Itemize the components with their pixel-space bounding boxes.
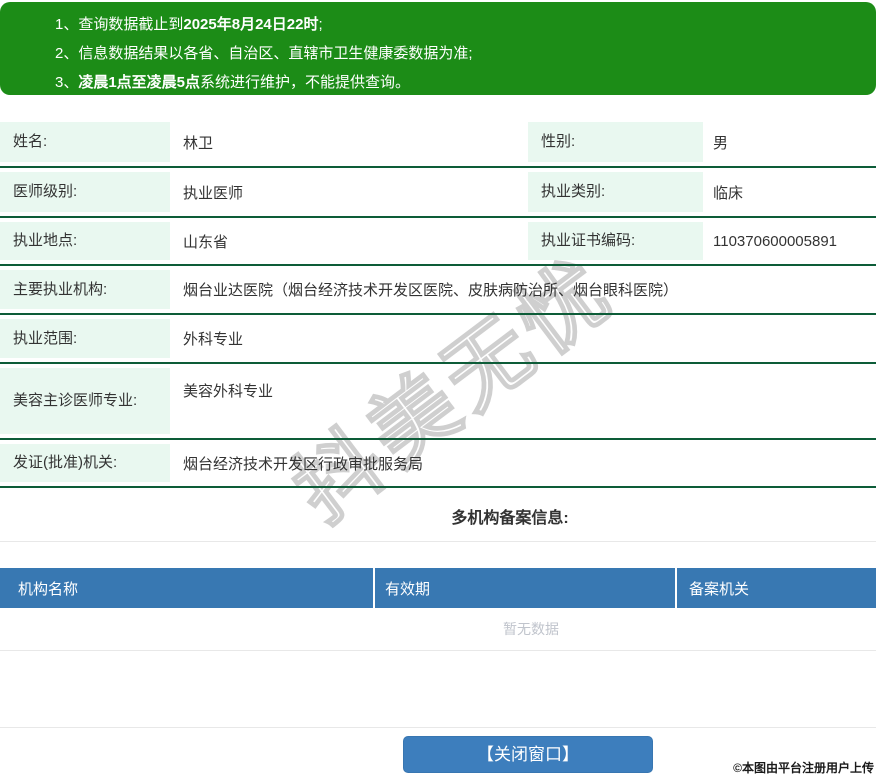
doctor-license-query-result-page: 抖美无忧 1、查询数据截止到2025年8月24日22时; 2、信息数据结果以各省… (0, 0, 876, 777)
main-institution-label: 主要执业机构: (0, 270, 170, 309)
gender-label: 性别: (528, 122, 703, 162)
practice-category-label: 执业类别: (528, 172, 703, 212)
practice-category-label-cell: 执业类别: (528, 168, 703, 216)
close-window-button[interactable]: 【关闭窗口】 (403, 736, 653, 773)
info-row-issuing-authority: 发证(批准)机关: 烟台经济技术开发区行政审批服务局 (0, 440, 876, 488)
notice-line-3: 3、凌晨1点至凌晨5点系统进行维护，不能提供查询。 (55, 68, 866, 97)
info-row-practice-scope: 执业范围: 外科专业 (0, 315, 876, 364)
notice-bold-text: 凌晨1点至凌晨5点 (78, 74, 200, 91)
filing-table-empty-row: 暂无数据 (0, 608, 876, 651)
info-row-location-certificate: 执业地点: 山东省 执业证书编码: 110370600005891 (0, 218, 876, 266)
cosmetic-specialty-label-cell: 美容主诊医师专业: (0, 364, 170, 438)
certificate-number-label-cell: 执业证书编码: (528, 218, 703, 264)
copyright-watermark-text: ©本图由平台注册用户上传 (733, 759, 874, 776)
notice-number: 1、 (55, 16, 78, 33)
notice-line-2: 2、信息数据结果以各省、自治区、直辖市卫生健康委数据为准; (55, 39, 866, 68)
notice-panel: 1、查询数据截止到2025年8月24日22时; 2、信息数据结果以各省、自治区、… (0, 2, 876, 95)
divider-line (0, 541, 876, 542)
practice-scope-value: 外科专业 (170, 315, 876, 362)
main-institution-label-cell: 主要执业机构: (0, 266, 170, 313)
doctor-info-table: 姓名: 林卫 性别: 男 医师级别: 执业医师 执业类别: 临床 执业地点: 山… (0, 118, 876, 488)
notice-text: 系统进行维护，不能提供查询。 (200, 74, 410, 91)
issuing-authority-label: 发证(批准)机关: (0, 444, 170, 482)
practice-scope-label-cell: 执业范围: (0, 315, 170, 362)
main-institution-value: 烟台业达医院（烟台经济技术开发区医院、皮肤病防治所、烟台眼科医院） (170, 266, 876, 313)
cosmetic-specialty-value: 美容外科专业 (170, 364, 876, 438)
issuing-authority-value: 烟台经济技术开发区行政审批服务局 (170, 440, 876, 486)
doctor-level-value: 执业医师 (170, 168, 528, 216)
notice-text: 查询数据截止到 (78, 16, 183, 33)
column-header-filing-authority: 备案机关 (677, 568, 876, 608)
multi-institution-filing-title: 多机构备案信息: (72, 504, 876, 526)
cosmetic-specialty-label: 美容主诊医师专业: (0, 368, 170, 434)
doctor-level-label: 医师级别: (0, 172, 170, 212)
doctor-level-label-cell: 医师级别: (0, 168, 170, 216)
notice-bold-text: 2025年8月24日22时 (183, 16, 318, 33)
column-header-validity-period: 有效期 (375, 568, 677, 608)
practice-category-value: 临床 (703, 168, 876, 216)
practice-scope-label: 执业范围: (0, 319, 170, 358)
gender-label-cell: 性别: (528, 118, 703, 166)
name-value: 林卫 (170, 118, 528, 166)
divider-line (0, 727, 876, 728)
issuing-authority-label-cell: 发证(批准)机关: (0, 440, 170, 486)
notice-text: ; (318, 16, 322, 33)
info-row-cosmetic-specialty: 美容主诊医师专业: 美容外科专业 (0, 364, 876, 440)
notice-line-1: 1、查询数据截止到2025年8月24日22时; (55, 10, 866, 39)
certificate-number-value: 110370600005891 (703, 218, 876, 264)
practice-location-value: 山东省 (170, 218, 528, 264)
notice-number: 3、 (55, 74, 78, 91)
notice-number: 2、 (55, 45, 78, 62)
certificate-number-label: 执业证书编码: (528, 222, 703, 260)
name-label-cell: 姓名: (0, 118, 170, 166)
gender-value: 男 (703, 118, 876, 166)
column-header-institution-name: 机构名称 (0, 568, 375, 608)
name-label: 姓名: (0, 122, 170, 162)
info-row-main-institution: 主要执业机构: 烟台业达医院（烟台经济技术开发区医院、皮肤病防治所、烟台眼科医院… (0, 266, 876, 315)
info-row-level-category: 医师级别: 执业医师 执业类别: 临床 (0, 168, 876, 218)
filing-table-header: 机构名称 有效期 备案机关 (0, 568, 876, 608)
notice-text: 信息数据结果以各省、自治区、直辖市卫生健康委数据为准; (78, 45, 472, 62)
practice-location-label-cell: 执业地点: (0, 218, 170, 264)
practice-location-label: 执业地点: (0, 222, 170, 260)
info-row-name-gender: 姓名: 林卫 性别: 男 (0, 118, 876, 168)
no-data-text: 暂无数据 (503, 619, 559, 639)
